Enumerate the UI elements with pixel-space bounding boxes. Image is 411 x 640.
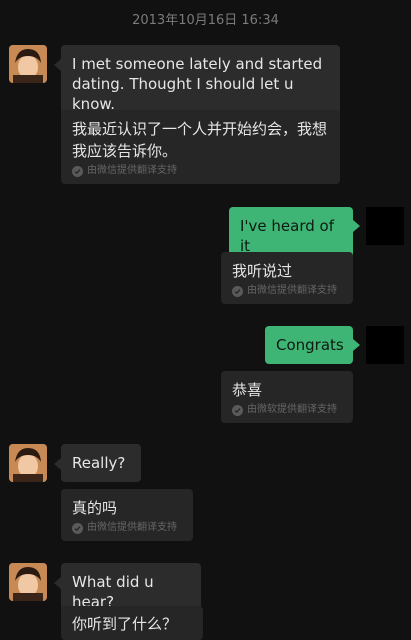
- translation-bubble[interactable]: 我最近认识了一个人并开始约会，我想我应该告诉你。 由微信提供翻译支持: [61, 110, 340, 184]
- translation-text: 我最近认识了一个人并开始约会，我想我应该告诉你。: [72, 120, 328, 160]
- translation-provider: 由微软提供翻译支持: [232, 403, 342, 417]
- message-text: Congrats: [276, 336, 344, 354]
- chat-timestamp: 2013年10月16日 16:34: [132, 13, 279, 28]
- translation-text: 你听到了什么？: [72, 615, 178, 633]
- check-circle-icon: [232, 404, 243, 416]
- bubble-tail: [54, 458, 61, 470]
- message-text: Really?: [72, 454, 126, 472]
- contact-avatar[interactable]: [9, 563, 47, 601]
- bubble-tail: [54, 59, 61, 71]
- provider-label: 由微信提供翻译支持: [87, 522, 177, 533]
- provider-label: 由微软提供翻译支持: [247, 404, 337, 415]
- chat-screen: 2013年10月16日 16:34 I met someone lately a…: [0, 0, 411, 640]
- contact-avatar[interactable]: [9, 444, 47, 482]
- check-circle-icon: [72, 522, 83, 534]
- provider-label: 由微信提供翻译支持: [247, 285, 337, 296]
- translation-bubble[interactable]: 恭喜 由微软提供翻译支持: [221, 371, 353, 423]
- translation-text: 我听说过: [232, 262, 293, 280]
- self-avatar[interactable]: [366, 326, 404, 364]
- bubble-tail: [353, 220, 360, 232]
- bubble-tail: [54, 577, 61, 589]
- translation-bubble[interactable]: 我听说过 由微信提供翻译支持: [221, 252, 353, 304]
- translation-bubble[interactable]: 你听到了什么？: [61, 606, 203, 640]
- message-text: I met someone lately and started dating.…: [72, 55, 323, 113]
- outgoing-message-bubble[interactable]: Congrats: [265, 326, 353, 364]
- contact-avatar[interactable]: [9, 45, 47, 83]
- incoming-message-bubble[interactable]: Really?: [61, 444, 141, 482]
- translation-provider: 由微信提供翻译支持: [72, 164, 329, 178]
- check-circle-icon: [232, 285, 243, 297]
- self-avatar[interactable]: [366, 207, 404, 245]
- translation-text: 恭喜: [232, 381, 263, 399]
- translation-bubble[interactable]: 真的吗 由微信提供翻译支持: [61, 489, 193, 541]
- translation-text: 真的吗: [72, 499, 118, 517]
- check-circle-icon: [72, 165, 83, 177]
- message-text: I've heard of it: [240, 217, 334, 255]
- translation-provider: 由微信提供翻译支持: [232, 284, 342, 298]
- provider-label: 由微信提供翻译支持: [87, 165, 177, 176]
- bubble-tail: [353, 339, 360, 351]
- translation-provider: 由微信提供翻译支持: [72, 521, 182, 535]
